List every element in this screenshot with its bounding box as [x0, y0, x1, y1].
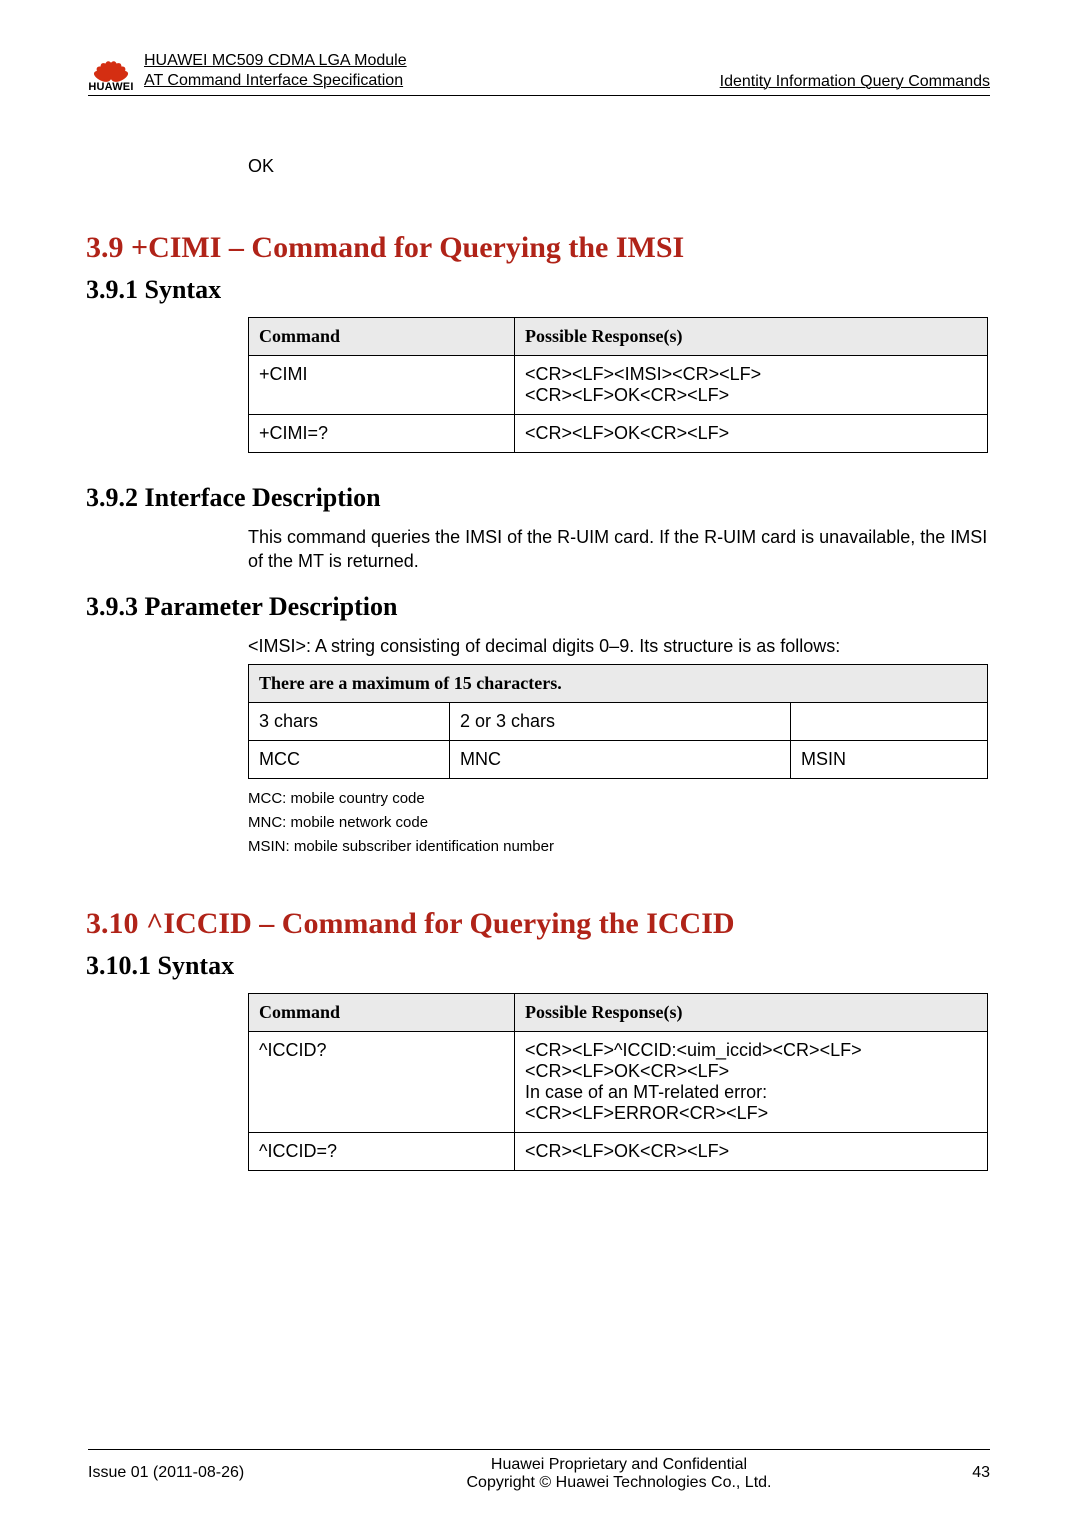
iccid-resp-2: <CR><LF>OK<CR><LF>: [525, 1061, 977, 1082]
td-iccid-q-resp: <CR><LF>OK<CR><LF>: [515, 1132, 988, 1170]
iccid-syntax-table: Command Possible Response(s) ^ICCID? <CR…: [248, 993, 988, 1171]
imsi-table-header: There are a maximum of 15 characters.: [249, 664, 988, 702]
imsi-r1c1: 3 chars: [249, 702, 450, 740]
header-title-1: HUAWEI MC509 CDMA LGA Module: [144, 51, 720, 71]
td-cimi: +CIMI: [249, 356, 515, 415]
iccid-resp-1: <CR><LF>^ICCID:<uim_iccid><CR><LF>: [525, 1040, 977, 1061]
interface-desc-text: This command queries the IMSI of the R-U…: [248, 525, 990, 574]
imsi-r2c2: MNC: [450, 740, 791, 778]
footer-page-number: 43: [930, 1456, 990, 1482]
iccid-resp-3: In case of an MT-related error:: [525, 1082, 977, 1103]
header-right: Identity Information Query Commands: [720, 73, 990, 93]
footer-center-1: Huawei Proprietary and Confidential: [308, 1456, 930, 1474]
header-titles: HUAWEI MC509 CDMA LGA Module AT Command …: [144, 51, 720, 93]
section-3-9-heading: 3.9 +CIMI – Command for Querying the IMS…: [86, 231, 990, 265]
note-mnc: MNC: mobile network code: [248, 811, 990, 835]
logo-text: HUAWEI: [88, 81, 133, 93]
imsi-r1c2: 2 or 3 chars: [450, 702, 791, 740]
section-3-9-1-heading: 3.9.1 Syntax: [86, 275, 990, 305]
td-iccid: ^ICCID?: [249, 1031, 515, 1132]
footer-left: Issue 01 (2011-08-26): [88, 1456, 308, 1482]
imsi-r1c3: [791, 702, 988, 740]
section-3-9-3-heading: 3.9.3 Parameter Description: [86, 592, 990, 622]
note-mcc: MCC: mobile country code: [248, 787, 990, 811]
td-cimi-resp: <CR><LF><IMSI><CR><LF> <CR><LF>OK<CR><LF…: [515, 356, 988, 415]
td-iccid-q: ^ICCID=?: [249, 1132, 515, 1170]
th-command-2: Command: [249, 993, 515, 1031]
param-desc-text: <IMSI>: A string consisting of decimal d…: [248, 634, 990, 658]
iccid-resp-4: <CR><LF>ERROR<CR><LF>: [525, 1103, 977, 1124]
section-3-9-2-heading: 3.9.2 Interface Description: [86, 483, 990, 513]
cimi-resp-line2: <CR><LF>OK<CR><LF>: [525, 385, 977, 406]
huawei-logo: HUAWEI: [88, 45, 134, 93]
page-footer: Issue 01 (2011-08-26) Huawei Proprietary…: [88, 1449, 990, 1492]
huawei-petals-icon: [88, 45, 134, 79]
th-responses-2: Possible Response(s): [515, 993, 988, 1031]
header-title-2: AT Command Interface Specification: [144, 71, 720, 91]
th-responses: Possible Response(s): [515, 318, 988, 356]
th-command: Command: [249, 318, 515, 356]
section-3-10-1-heading: 3.10.1 Syntax: [86, 951, 990, 981]
cimi-resp-line1: <CR><LF><IMSI><CR><LF>: [525, 364, 977, 385]
td-cimi-q-resp: <CR><LF>OK<CR><LF>: [515, 415, 988, 453]
td-iccid-resp: <CR><LF>^ICCID:<uim_iccid><CR><LF> <CR><…: [515, 1031, 988, 1132]
footer-center-2: Copyright © Huawei Technologies Co., Ltd…: [308, 1474, 930, 1492]
td-cimi-q: +CIMI=?: [249, 415, 515, 453]
note-msin: MSIN: mobile subscriber identification n…: [248, 835, 990, 859]
imsi-structure-table: There are a maximum of 15 characters. 3 …: [248, 664, 988, 779]
imsi-r2c3: MSIN: [791, 740, 988, 778]
cimi-syntax-table: Command Possible Response(s) +CIMI <CR><…: [248, 317, 988, 453]
section-3-10-heading: 3.10 ^ICCID – Command for Querying the I…: [86, 907, 990, 941]
imsi-r2c1: MCC: [249, 740, 450, 778]
ok-text: OK: [248, 156, 990, 177]
